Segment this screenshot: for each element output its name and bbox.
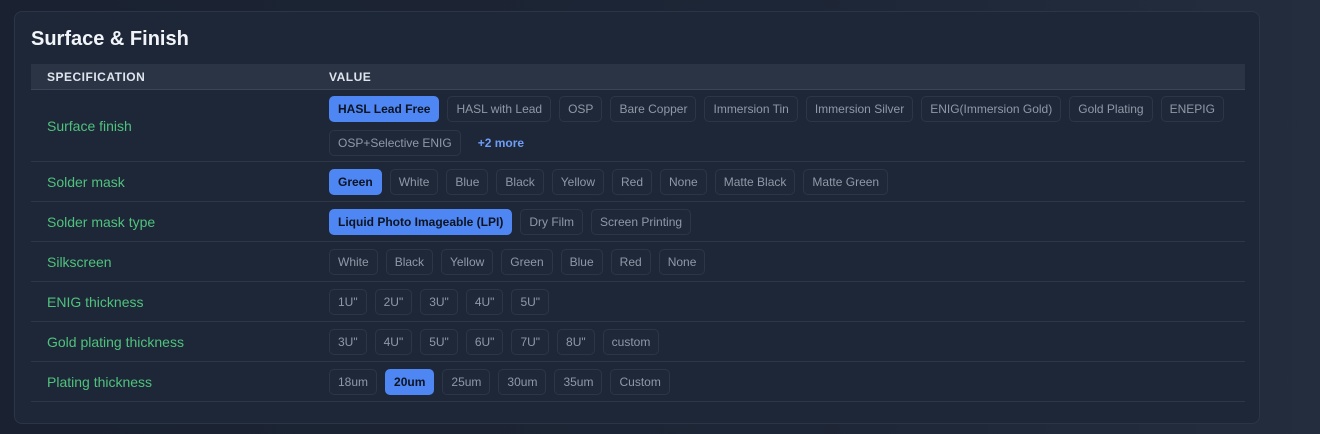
option-chip[interactable]: OSP — [559, 95, 603, 122]
option-chip[interactable]: Custom — [610, 368, 670, 395]
option-chip[interactable]: 5U" — [420, 328, 458, 355]
table-header-row: SPECIFICATION VALUE — [31, 64, 1245, 90]
option-chip[interactable]: custom — [602, 328, 660, 355]
option-chip[interactable]: 25um — [442, 368, 491, 395]
option-chip[interactable]: Gold Plating — [1069, 95, 1153, 122]
option-cell: 18um 20um 25um 30um 35um Custom — [313, 361, 1245, 402]
option-chip[interactable]: 20um — [385, 368, 435, 395]
option-chip[interactable]: 18um — [329, 368, 378, 395]
option-chip[interactable]: 8U" — [557, 328, 595, 355]
option-group: 18um 20um 25um 30um 35um Custom — [329, 365, 1229, 399]
option-cell: Liquid Photo Imageable (LPI) Dry Film Scre… — [313, 201, 1245, 242]
option-chip[interactable]: Matte Green — [803, 168, 889, 195]
spec-label: Solder mask — [31, 161, 313, 202]
table-row: ENIG thickness 1U" 2U" 3U" 4U" 5U" — [31, 281, 1245, 322]
table-row: Solder mask Green White Blue Black Yellow Red N… — [31, 161, 1245, 202]
option-cell: 3U" 4U" 5U" 6U" 7U" 8U" custom — [313, 321, 1245, 362]
option-chip[interactable]: Green — [501, 248, 553, 275]
option-chip[interactable]: 3U" — [420, 288, 458, 315]
more-options-link[interactable]: +2 more — [469, 130, 533, 156]
option-chip[interactable]: Red — [610, 248, 651, 275]
surface-finish-panel: Surface & Finish SPECIFICATION VALUE Sur… — [14, 11, 1260, 424]
table-row: Silkscreen White Black Yellow Green Blue Red No… — [31, 241, 1245, 282]
option-chip[interactable]: None — [660, 168, 707, 195]
option-chip[interactable]: ENEPIG — [1160, 95, 1224, 122]
option-chip[interactable]: 4U" — [465, 288, 504, 315]
table-row: Solder mask type Liquid Photo Imageable (… — [31, 201, 1245, 242]
option-chip[interactable]: Immersion Tin — [704, 95, 798, 122]
spec-label: Silkscreen — [31, 241, 313, 282]
option-chip[interactable]: None — [658, 248, 706, 275]
option-chip[interactable]: White — [329, 248, 378, 275]
option-group: 3U" 4U" 5U" 6U" 7U" 8U" custom — [329, 325, 1229, 359]
option-group: White Black Yellow Green Blue Red None — [329, 245, 1229, 279]
option-chip[interactable]: 35um — [554, 368, 603, 395]
option-chip[interactable]: 2U" — [374, 288, 413, 315]
spec-label: ENIG thickness — [31, 281, 313, 322]
header-value: VALUE — [313, 64, 1245, 90]
option-chip[interactable]: Green — [329, 168, 382, 195]
option-chip[interactable]: 30um — [498, 368, 547, 395]
option-chip[interactable]: Liquid Photo Imageable (LPI) — [329, 208, 513, 235]
option-chip[interactable]: HASL with Lead — [447, 95, 552, 122]
option-cell: 1U" 2U" 3U" 4U" 5U" — [313, 281, 1245, 322]
panel-title: Surface & Finish — [31, 28, 189, 50]
option-group: 1U" 2U" 3U" 4U" 5U" — [329, 285, 1229, 319]
option-chip[interactable]: Immersion Silver — [805, 95, 914, 122]
option-chip[interactable]: Screen Printing — [591, 208, 692, 235]
option-chip[interactable]: Black — [496, 168, 544, 195]
option-cell: HASL Lead Free HASL with Lead OSP Bare Copp… — [313, 89, 1245, 162]
spec-label: Surface finish — [31, 89, 313, 162]
option-chip[interactable]: 6U" — [465, 328, 504, 355]
option-chip[interactable]: ENIG(Immersion Gold) — [921, 95, 1062, 122]
table-row: Surface finish HASL Lead Free HASL with Le… — [31, 89, 1245, 162]
option-chip[interactable]: HASL Lead Free — [329, 95, 440, 122]
option-chip[interactable]: Yellow — [551, 168, 604, 195]
table-row: Plating thickness 18um 20um 25um 30um 35um Cus… — [31, 361, 1245, 402]
option-chip[interactable]: 7U" — [511, 328, 550, 355]
spec-table: SPECIFICATION VALUE Surface finish HASL L… — [31, 64, 1245, 402]
option-chip[interactable]: Black — [385, 248, 434, 275]
option-chip[interactable]: White — [389, 168, 439, 195]
option-cell: Green White Blue Black Yellow Red None Matte Bl… — [313, 161, 1245, 202]
spec-label: Gold plating thickness — [31, 321, 313, 362]
option-chip[interactable]: Matte Black — [714, 168, 796, 195]
option-chip[interactable]: 1U" — [329, 288, 367, 315]
option-chip[interactable]: 4U" — [374, 328, 413, 355]
option-chip[interactable]: 5U" — [511, 288, 550, 315]
table-row: Gold plating thickness 3U" 4U" 5U" 6U" 7U" 8U"… — [31, 321, 1245, 362]
option-chip[interactable]: 3U" — [329, 328, 367, 355]
option-chip[interactable]: Blue — [560, 248, 603, 275]
option-chip[interactable]: Dry Film — [520, 208, 583, 235]
option-chip[interactable]: Yellow — [441, 248, 494, 275]
option-group: HASL Lead Free HASL with Lead OSP Bare Copp… — [329, 92, 1229, 160]
option-chip[interactable]: Blue — [446, 168, 489, 195]
option-chip[interactable]: OSP+Selective ENIG — [329, 129, 461, 156]
option-group: Liquid Photo Imageable (LPI) Dry Film Scre… — [329, 205, 1229, 239]
option-group: Green White Blue Black Yellow Red None Matte Bl… — [329, 165, 1229, 199]
option-cell: White Black Yellow Green Blue Red None — [313, 241, 1245, 282]
spec-label: Solder mask type — [31, 201, 313, 242]
option-chip[interactable]: Bare Copper — [610, 95, 697, 122]
option-chip[interactable]: Red — [612, 168, 653, 195]
header-specification: SPECIFICATION — [31, 64, 313, 90]
spec-label: Plating thickness — [31, 361, 313, 402]
